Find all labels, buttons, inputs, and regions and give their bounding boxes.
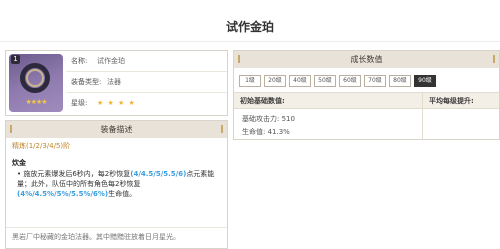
stat-hp: 生命值: 41.3%	[242, 128, 290, 136]
description-header: 装备描述	[6, 121, 227, 138]
stat-table-header: 初始基础数值: 平均每级提升:	[234, 92, 499, 109]
star-rating: ★ ★ ★ ★	[97, 99, 136, 107]
level-selector: 1级 20级 40级 50级 60级 70级 80级 90级	[234, 68, 499, 87]
title-divider	[0, 41, 500, 42]
level-tab[interactable]: 70级	[364, 75, 386, 87]
corner-ornament-icon	[238, 55, 244, 63]
level-tab[interactable]: 20级	[264, 75, 286, 87]
corner-ornament-icon	[10, 125, 16, 133]
weapon-image: 1 ★★★★	[9, 54, 63, 112]
level-tab[interactable]: 40级	[289, 75, 311, 87]
info-label: 装备类型:	[71, 78, 102, 86]
column-divider	[422, 92, 423, 139]
description-panel: 装备描述 精炼(1/2/3/4/5)阶 炊金 • 施放元素爆发后6秒内，每2秒恢…	[5, 120, 228, 249]
info-row-type: 装备类型: 法器	[66, 72, 227, 93]
level-tab[interactable]: 50级	[314, 75, 336, 87]
level-tab[interactable]: 90级	[414, 75, 436, 87]
level-tab[interactable]: 80级	[389, 75, 411, 87]
skill-description: 炊金 • 施放元素爆发后6秒内，每2秒恢复(4/4.5/5/5.5/6)点元素能…	[6, 154, 227, 199]
skill-text: • 施放元素爆发后6秒内，每2秒恢复(4/4.5/5/5.5/6)点元素能量；此…	[12, 169, 221, 199]
growth-header: 成长数值	[234, 51, 499, 68]
skill-value-highlight: (4/4.5/5/5.5/6)	[130, 170, 187, 178]
catalyst-core-icon	[26, 69, 44, 87]
weapon-badge: 1	[11, 55, 20, 64]
growth-panel: 成长数值 1级 20级 40级 50级 60级 70级 80级 90级 初始基础数值: 平均每…	[233, 50, 500, 140]
growth-header-label: 成长数值	[350, 55, 383, 64]
skill-name: 炊金	[12, 159, 26, 167]
stat-attack: 基础攻击力: 510	[242, 115, 295, 123]
skill-text-part: • 施放元素爆发后6秒内，每2秒恢复	[17, 170, 131, 178]
weapon-type: 法器	[107, 78, 121, 86]
corner-ornament-icon	[217, 125, 223, 133]
weapon-info-card: 1 ★★★★ 名称: 试作金珀 装备类型: 法器 星级: ★ ★ ★ ★	[5, 50, 228, 116]
level-tab[interactable]: 60级	[339, 75, 361, 87]
weapon-name: 试作金珀	[97, 57, 125, 65]
col-base-label: 初始基础数值:	[240, 97, 285, 105]
rarity-stars: ★★★★	[25, 98, 47, 106]
page-title: 试作金珀	[225, 20, 274, 34]
skill-value-highlight: (4%/4.5%/5%/5.5%/6%)	[17, 190, 109, 198]
info-rows: 名称: 试作金珀 装备类型: 法器 星级: ★ ★ ★ ★	[66, 51, 227, 114]
info-row-name: 名称: 试作金珀	[66, 51, 227, 72]
refine-levels: 精炼(1/2/3/4/5)阶	[12, 142, 71, 150]
info-label: 星级:	[71, 99, 88, 107]
level-tab[interactable]: 1级	[239, 75, 261, 87]
skill-text-part: 生命值。	[108, 190, 137, 198]
col-avg-label: 平均每级提升:	[429, 97, 474, 105]
description-header-label: 装备描述	[100, 125, 133, 134]
corner-ornament-icon	[489, 55, 495, 63]
info-label: 名称:	[71, 57, 88, 65]
info-row-stars: 星级: ★ ★ ★ ★	[66, 93, 227, 114]
flavor-text: 黑岩厂中秘藏的金珀法器。其中黯黯驻放着日月星光。	[6, 227, 227, 246]
